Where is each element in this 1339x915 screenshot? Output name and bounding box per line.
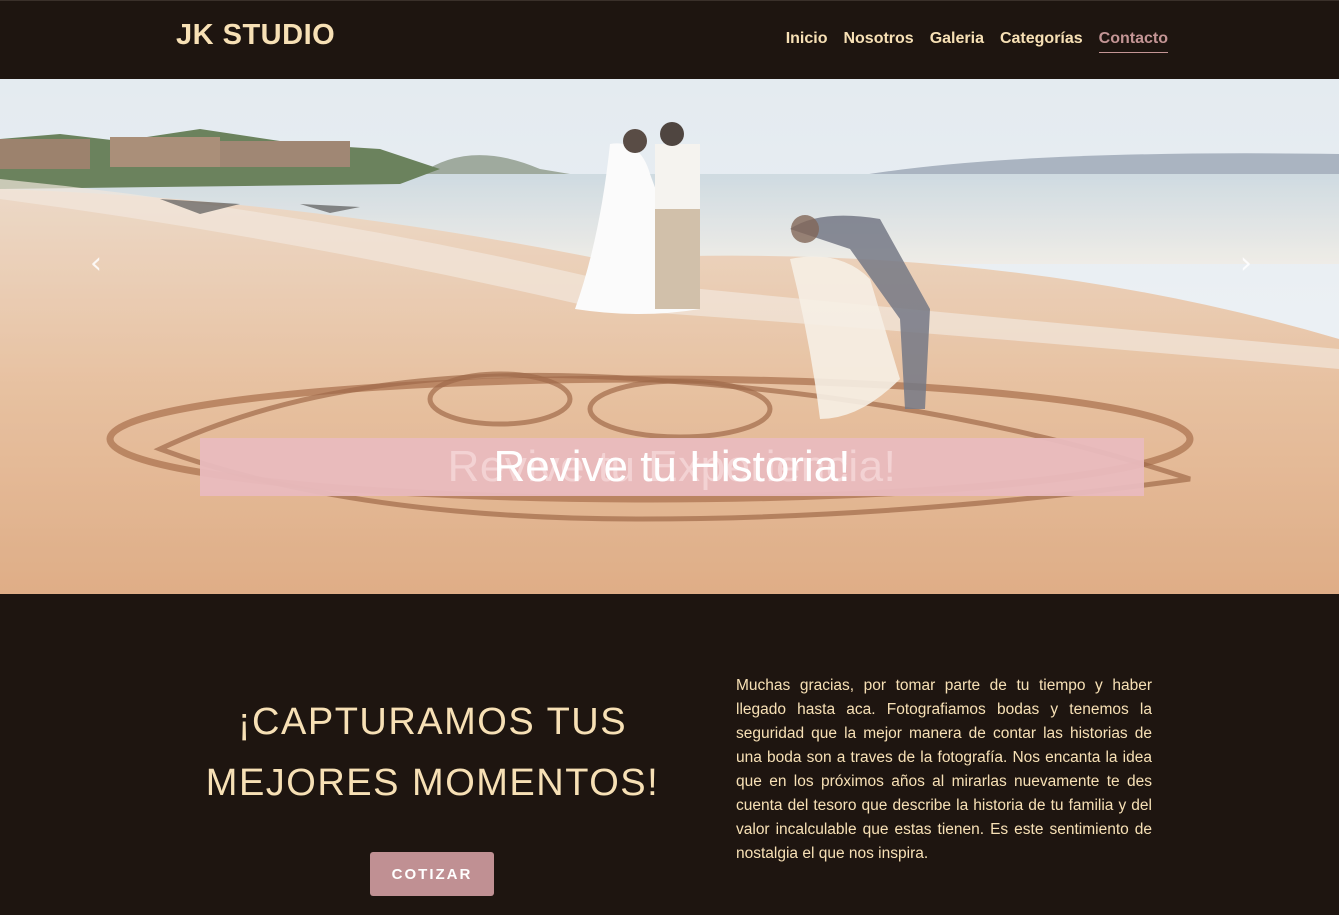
intro-section: ¡CAPTURAMOS TUS MEJORES MOMENTOS! COTIZA… xyxy=(0,594,1339,915)
hero-carousel: ‹ › Revive tu Experiencia! Revive tu His… xyxy=(0,79,1339,594)
intro-paragraph: Muchas gracias, por tomar parte de tu ti… xyxy=(736,677,1152,862)
section-headline: ¡CAPTURAMOS TUS MEJORES MOMENTOS! xyxy=(205,701,660,804)
cotizar-button[interactable]: COTIZAR xyxy=(370,852,494,896)
main-nav: Inicio Nosotros Galeria Categorías Conta… xyxy=(786,30,1168,53)
chevron-left-icon[interactable]: ‹ xyxy=(90,246,102,281)
hero-caption: Revive tu Historia! xyxy=(493,442,851,491)
nav-link-contacto[interactable]: Contacto xyxy=(1098,30,1168,53)
brand-logo[interactable]: JK STUDIO xyxy=(176,19,335,52)
top-navbar: JK STUDIO Inicio Nosotros Galeria Catego… xyxy=(0,0,1339,79)
chevron-right-icon[interactable]: › xyxy=(1240,246,1252,281)
nav-link-inicio[interactable]: Inicio xyxy=(786,30,828,53)
hero-caption-band: Revive tu Experiencia! Revive tu Histori… xyxy=(200,438,1144,496)
nav-link-galeria[interactable]: Galeria xyxy=(930,30,984,53)
nav-link-categorias[interactable]: Categorías xyxy=(1000,30,1083,53)
nav-link-nosotros[interactable]: Nosotros xyxy=(843,30,913,53)
hero-photo xyxy=(0,79,1339,594)
